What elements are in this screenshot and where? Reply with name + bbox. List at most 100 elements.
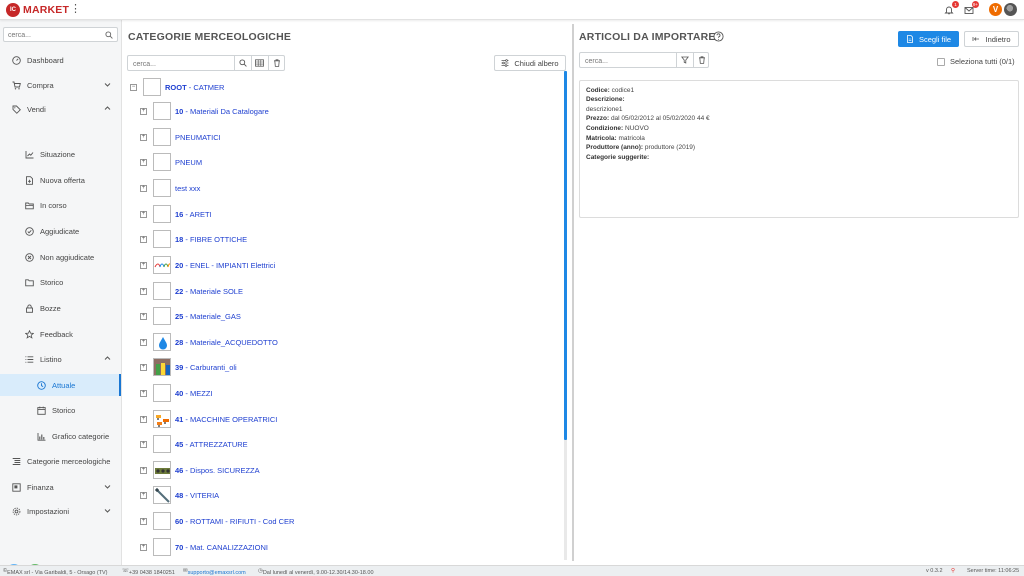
nav-non-aggiudicate[interactable]: Non aggiudicate xyxy=(0,246,121,268)
app-logo[interactable]: IC MARKET xyxy=(6,3,69,17)
field-label: Categorie suggerite: xyxy=(586,154,650,161)
select-all[interactable]: Seleziona tutti (0/1) xyxy=(937,57,1015,66)
categories-search-button[interactable] xyxy=(234,56,250,70)
nav-storico[interactable]: Storico xyxy=(0,271,121,293)
filter-lines-icon xyxy=(501,59,509,67)
tree-row[interactable]: + 28 - Materiale_ACQUEDOTTO xyxy=(140,332,278,352)
expand-toggle-icon[interactable]: + xyxy=(140,107,147,115)
tree-row[interactable]: + 41 - MACCHINE OPERATRICI xyxy=(140,409,277,429)
expand-toggle-icon[interactable]: + xyxy=(140,184,147,192)
import-filter-button[interactable] xyxy=(676,53,692,67)
nav-impostazioni[interactable]: Impostazioni xyxy=(0,500,121,522)
notifications-bell-icon[interactable]: 1 xyxy=(944,1,959,15)
expand-toggle-icon[interactable]: + xyxy=(140,287,147,295)
nav-compra[interactable]: Compra xyxy=(0,74,121,96)
sidebar-search-input[interactable] xyxy=(8,30,100,40)
expand-toggle-icon[interactable]: + xyxy=(140,415,147,423)
tree-row[interactable]: + 25 - Materiale_GAS xyxy=(140,306,241,326)
tree-row[interactable]: + test xxx xyxy=(140,178,200,198)
expand-toggle-icon[interactable]: + xyxy=(140,133,147,141)
expand-toggle-icon[interactable]: + xyxy=(140,466,147,474)
category-thumbnail xyxy=(153,307,171,325)
nav-aggiudicate[interactable]: Aggiudicate xyxy=(0,220,121,242)
collapse-toggle-icon[interactable]: − xyxy=(130,83,137,91)
category-name: Dispos. SICUREZZA xyxy=(190,465,260,475)
nav-situazione[interactable]: Situazione xyxy=(0,143,121,165)
tree-row[interactable]: + 45 - ATTREZZATURE xyxy=(140,434,248,454)
help-icon[interactable] xyxy=(713,31,724,42)
tree-row[interactable]: + 70 - Mat. CANALIZZAZIONI xyxy=(140,537,268,557)
field-value: codice1 xyxy=(611,87,635,94)
expand-toggle-icon[interactable]: + xyxy=(140,210,147,218)
nav-vendi[interactable]: Vendi xyxy=(0,98,121,120)
collapse-tree-label: Chiudi albero xyxy=(514,58,559,68)
nav-listino-attuale[interactable]: Attuale xyxy=(0,374,121,396)
expand-toggle-icon[interactable]: + xyxy=(140,517,147,525)
tree-row[interactable]: + 40 - MEZZI xyxy=(140,383,213,403)
back-button[interactable]: Indietro xyxy=(964,31,1019,47)
select-all-checkbox[interactable] xyxy=(937,57,945,66)
tree-row[interactable]: + PNEUM xyxy=(140,152,202,172)
categories-search-input[interactable] xyxy=(133,59,233,69)
tree-row[interactable]: + 10 - Materiali Da Catalogare xyxy=(140,101,269,121)
expand-toggle-icon[interactable]: + xyxy=(140,158,147,166)
chart-line-icon xyxy=(25,150,34,158)
expand-toggle-icon[interactable]: + xyxy=(140,235,147,243)
nav-finanza[interactable]: Finanza xyxy=(0,476,121,498)
collapse-tree-button[interactable]: Chiudi albero xyxy=(494,55,566,71)
expand-toggle-icon[interactable]: + xyxy=(140,363,147,371)
categories-table-view-button[interactable] xyxy=(251,56,267,70)
choose-file-button[interactable]: Scegli file xyxy=(898,31,959,47)
categories-delete-button[interactable] xyxy=(268,56,284,70)
nav-nuova-offerta[interactable]: Nuova offerta xyxy=(0,169,121,191)
expand-toggle-icon[interactable]: + xyxy=(140,491,147,499)
item-categorie: Categorie suggerite: xyxy=(586,154,649,161)
expand-toggle-icon[interactable]: + xyxy=(140,389,147,397)
more-menu-icon[interactable]: ⋮ xyxy=(70,3,81,16)
nav-grafico-categorie[interactable]: Grafico categorie xyxy=(0,425,121,447)
nav-feedback[interactable]: Feedback xyxy=(0,323,121,345)
tree-row[interactable]: + 18 - FIBRE OTTICHE xyxy=(140,229,247,249)
bar-chart-icon xyxy=(37,432,46,441)
nav-listino[interactable]: Listino xyxy=(0,348,121,370)
import-delete-button[interactable] xyxy=(693,53,709,67)
tree-scrollbar-thumb[interactable] xyxy=(564,71,567,440)
expand-toggle-icon[interactable]: + xyxy=(140,440,147,448)
category-name: MEZZI xyxy=(190,388,213,398)
tree-row[interactable]: + 39 - Carburanti_oli xyxy=(140,357,237,377)
expand-toggle-icon[interactable]: + xyxy=(140,543,147,551)
tree-root-row[interactable]: − ROOT - CATMER xyxy=(130,77,224,97)
nav-dashboard[interactable]: Dashboard xyxy=(0,49,121,71)
expand-toggle-icon[interactable]: + xyxy=(140,261,147,269)
support-email-link[interactable]: supporto@emaxsrl.com xyxy=(188,570,246,576)
panel-splitter[interactable] xyxy=(572,24,574,561)
nav-categorie-merceologiche[interactable]: Categorie merceologiche xyxy=(0,450,121,472)
expand-toggle-icon[interactable]: + xyxy=(140,338,147,346)
nav-bozze[interactable]: Bozze xyxy=(0,297,121,319)
link-icon[interactable]: ⚲ xyxy=(951,568,955,574)
tree-scrollbar[interactable] xyxy=(564,71,567,560)
user-avatar[interactable] xyxy=(1004,3,1017,16)
category-code: 46 xyxy=(175,465,184,475)
category-thumbnail xyxy=(153,410,171,428)
lock-icon xyxy=(26,304,33,313)
tree-row[interactable]: + 20 - ENEL - IMPIANTI Elettrici xyxy=(140,255,275,275)
category-name: FIBRE OTTICHE xyxy=(190,234,248,244)
brand-v-icon[interactable]: V xyxy=(989,3,1002,16)
tree-row[interactable]: + 46 - Dispos. SICUREZZA xyxy=(140,460,260,480)
expand-toggle-icon[interactable]: + xyxy=(140,312,147,320)
tree-row[interactable]: + 22 - Materiale SOLE xyxy=(140,281,243,301)
tree-row[interactable]: + 60 - ROTTAMI - RIFIUTI - Cod CER xyxy=(140,511,294,531)
notifications-badge: 1 xyxy=(952,1,959,8)
tree-row[interactable]: + PNEUMATICI xyxy=(140,127,221,147)
nav-in-corso[interactable]: In corso xyxy=(0,194,121,216)
tree-row[interactable]: + 16 - ARETI xyxy=(140,204,212,224)
nav-listino-storico[interactable]: Storico xyxy=(0,399,121,421)
messages-icon[interactable]: 9+ xyxy=(964,1,979,15)
table-icon xyxy=(255,59,264,67)
tree-row[interactable]: + 48 - VITERIA xyxy=(140,485,219,505)
import-item-card[interactable]: Codice: codice1 Descrizione: descrizione… xyxy=(579,80,1019,218)
search-icon[interactable] xyxy=(105,31,113,39)
import-search-input[interactable] xyxy=(585,56,669,66)
nav-label: Grafico categorie xyxy=(52,431,110,441)
